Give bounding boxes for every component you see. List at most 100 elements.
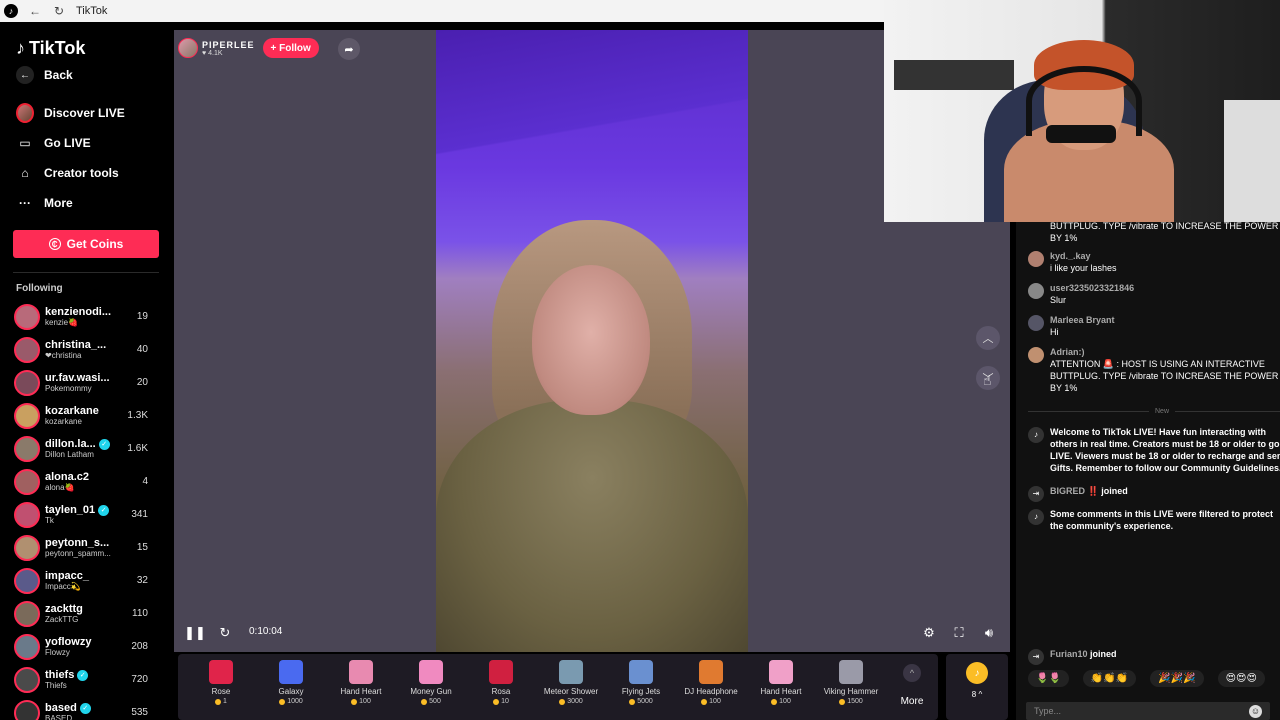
gift-price: 1500 — [847, 698, 863, 705]
chat-text: Slur — [1050, 295, 1067, 305]
following-item[interactable]: based ✓ BASED 535 — [0, 696, 172, 720]
gift-item[interactable]: DJ Headphone 100 — [676, 654, 746, 720]
gift-item[interactable]: Galaxy 1000 — [256, 654, 326, 720]
nav-go-live[interactable]: ▭ Go LIVE — [0, 128, 172, 158]
following-subtitle: BASED — [45, 714, 73, 720]
follow-button[interactable]: + Follow — [262, 38, 319, 58]
avatar — [14, 303, 40, 330]
chat-username[interactable]: Adrian:) — [1050, 346, 1280, 358]
following-item[interactable]: thiefs ✓ Thiefs 720 — [0, 663, 172, 696]
gift-item[interactable]: Rose 1 — [186, 654, 256, 720]
gift-item[interactable]: Money Gun 500 — [396, 654, 466, 720]
quick-reaction[interactable]: 🎉🎉🎉 — [1150, 670, 1204, 687]
coin-icon — [559, 698, 566, 705]
fullscreen-icon[interactable]: ⛶ — [948, 622, 970, 644]
refresh-icon[interactable]: ↻ — [214, 622, 236, 644]
following-item[interactable]: kozarkane kozarkane 1.3K — [0, 399, 172, 432]
coin-icon — [493, 698, 500, 705]
back-button[interactable]: ← Back — [0, 60, 172, 90]
nav-more[interactable]: ··· More — [0, 188, 172, 218]
viewer-count: 208 — [131, 641, 148, 652]
gift-price: 1 — [223, 698, 227, 705]
nav-creator-tools[interactable]: ⌂ Creator tools — [0, 158, 172, 188]
following-item[interactable]: kenzienodi... kenzie🍓 19 — [0, 300, 172, 333]
avatar[interactable] — [1028, 251, 1044, 267]
tiktok-system-icon: ♪ — [1028, 509, 1044, 525]
chat-username[interactable]: Marleea Bryant — [1050, 314, 1115, 326]
quick-reaction[interactable]: 👏👏👏 — [1082, 670, 1137, 687]
join-message: ⇥ Furian10 joined — [1028, 648, 1280, 665]
following-name: taylen_01 — [45, 504, 96, 516]
following-name: based — [45, 702, 77, 714]
following-item[interactable]: zackttg ZackTTG 110 — [0, 597, 172, 630]
gift-item[interactable]: Flying Jets 5000 — [606, 654, 676, 720]
gift-list: Rose 1 Galaxy 1000 Hand Heart 100 Money … — [186, 654, 886, 720]
volume-icon[interactable]: 🔊︎ — [978, 622, 1000, 644]
verified-badge-icon: ✓ — [98, 504, 110, 516]
gift-icon — [419, 660, 443, 684]
gift-item[interactable]: Rosa 10 — [466, 654, 536, 720]
following-item[interactable]: alona.c2 alona🍓 4 — [0, 465, 172, 498]
back-arrow-icon[interactable]: ← — [28, 4, 42, 18]
following-item[interactable]: taylen_01 ✓ Tk 341 — [0, 498, 172, 531]
avatar[interactable] — [1028, 347, 1044, 363]
following-item[interactable]: yoflowzy Flowzy 208 — [0, 630, 172, 663]
chat-username[interactable]: kyd._.kay — [1050, 250, 1117, 262]
share-icon[interactable]: ➦ — [338, 38, 360, 60]
chat-input[interactable]: Type... ☺ — [1026, 702, 1270, 720]
pause-icon[interactable]: ❚❚ — [184, 622, 206, 644]
following-title: Following — [16, 283, 63, 294]
viewer-count: 1.6K — [127, 443, 148, 454]
following-item[interactable]: impacc_ Impacc💫 32 — [0, 564, 172, 597]
chat-text: ATTENTION 🚨 : HOST IS USING AN INTERACTI… — [1050, 359, 1279, 393]
gift-name: Galaxy — [278, 687, 304, 696]
live-video[interactable] — [436, 30, 748, 652]
following-name: thiefs — [45, 669, 75, 681]
tiktok-logo[interactable]: ♪ TikTok — [0, 22, 172, 60]
gift-name: Rosa — [491, 687, 511, 696]
gift-item[interactable]: Viking Hammer 1500 — [816, 654, 886, 720]
settings-gear-icon[interactable]: ⚙ — [918, 622, 940, 644]
quick-reaction[interactable]: 😍😍😍 — [1217, 670, 1265, 687]
gift-price: 100 — [709, 698, 721, 705]
chat-text: i like your lashes — [1050, 263, 1117, 273]
gift-item[interactable]: Hand Heart 100 — [746, 654, 816, 720]
avatar — [14, 402, 40, 429]
following-item[interactable]: christina_... ❤christina 40 — [0, 333, 172, 366]
host-name: PIPERLEE — [202, 39, 255, 50]
gift-item[interactable]: Hand Heart 100 — [326, 654, 396, 720]
gift-name: Money Gun — [410, 687, 452, 696]
chat-username[interactable]: user3235023321846 — [1050, 282, 1134, 294]
gift-icon — [629, 660, 653, 684]
coin-icon — [279, 698, 286, 705]
nav-discover-live[interactable]: Discover LIVE — [0, 98, 172, 128]
quick-reaction[interactable]: 🌷🌷 — [1028, 670, 1069, 687]
following-item[interactable]: ur.fav.wasi... Pokemommy 20 — [0, 366, 172, 399]
coin-balance[interactable]: ♪ 8 ^ — [946, 654, 1008, 720]
previous-live-arrow-icon[interactable]: ︿ — [976, 326, 1000, 350]
gift-bar: Rose 1 Galaxy 1000 Hand Heart 100 Money … — [178, 654, 938, 720]
chat-message: kyd._.kay i like your lashes — [1028, 250, 1280, 274]
host-info[interactable]: PIPERLEE ♥ 4.1K + Follow — [178, 36, 319, 60]
avatar — [14, 336, 40, 363]
reload-icon[interactable]: ↻ — [52, 4, 66, 18]
gift-icon — [279, 660, 303, 684]
host-avatar[interactable] — [178, 38, 198, 58]
following-name: dillon.la... — [45, 438, 96, 450]
avatar[interactable] — [1028, 283, 1044, 299]
viewer-count: 110 — [132, 608, 148, 619]
host-likes: ♥ 4.1K — [202, 49, 223, 57]
gift-item[interactable]: Meteor Shower 3000 — [536, 654, 606, 720]
following-subtitle: kozarkane — [45, 417, 82, 426]
following-item[interactable]: dillon.la... ✓ Dillon Latham 1.6K — [0, 432, 172, 465]
gift-icon — [209, 660, 233, 684]
emoji-icon[interactable]: ☺ — [1249, 704, 1262, 718]
more-gifts-button[interactable]: ^ More — [886, 654, 938, 720]
chat-text: BUTTPLUG. TYPE /vibrate TO INCREASE THE … — [1050, 221, 1279, 243]
get-coins-button[interactable]: ₵ Get Coins — [13, 230, 159, 258]
avatar — [14, 534, 40, 561]
avatar — [14, 501, 40, 528]
ellipsis-icon: ··· — [19, 196, 31, 210]
avatar[interactable] — [1028, 315, 1044, 331]
following-item[interactable]: peytonn_s... peytonn_spamm... 15 — [0, 531, 172, 564]
